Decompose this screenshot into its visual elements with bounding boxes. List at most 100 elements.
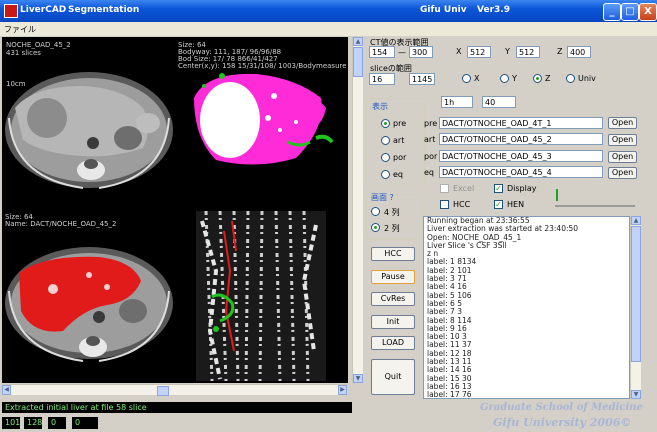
series-art-radio-label: art [393,136,405,145]
x-label: X [456,47,462,56]
excel-label: Excel [453,184,475,193]
pause-button[interactable]: Pause [371,270,415,284]
version-title: Ver3.9 [477,5,510,15]
hcc-label: HCC [453,200,471,209]
log-line: Liver Slice 's CSF 3Sll [427,240,507,250]
liver-overlay-image [5,247,173,362]
series-pre-tag: pre [424,119,438,128]
status-box-1: 101 [2,417,20,429]
log-line: label: 17 76 [427,390,472,399]
maximize-button[interactable]: □ [621,3,639,21]
status-box-4: 0 [72,417,98,429]
axis-z-radio[interactable] [533,74,542,83]
series-art-radio[interactable] [381,136,390,145]
ct-max-field[interactable]: 300 [409,46,433,58]
series-eq-tag: eq [424,168,434,177]
segmentation-view[interactable]: Size: 64 Bodyway: 111, 187/ 96/96/88 Bod… [176,38,346,208]
series-pre-radio[interactable] [381,119,390,128]
series-pre-open-button[interactable]: Open [608,117,637,129]
threshold-slider-thumb[interactable] [556,189,564,201]
coronal-view[interactable] [176,211,346,381]
minimize-button[interactable]: _ [603,3,621,21]
axis-univ-label: Univ [578,74,596,83]
phase-2col-radio[interactable] [371,223,380,232]
series-eq-radio-label: eq [393,170,403,179]
viewer-vscrollbar[interactable]: ▲ ▼ [352,37,363,383]
mode-title: Segmentation [68,5,140,15]
excel-checkbox[interactable] [440,184,449,193]
log-scroll-down-arrow[interactable]: ▼ [631,390,641,399]
org-title: Gifu Univ [420,5,467,15]
log-lines: Running began at 23:36:55 Liver extractio… [424,217,629,399]
slice-from-field[interactable]: 16 [369,73,395,85]
z-field[interactable]: 400 [567,46,591,58]
series-art-path[interactable]: DACT/OTNOCHE_OAD_45_2 [439,133,603,145]
log-output[interactable]: Running began at 23:36:55 Liver extractio… [423,216,630,399]
scale-label: 10cm [6,80,26,88]
series-pre-path[interactable]: DACT/OTNOCHE_OAD_4T_1 [439,117,603,129]
seg-info-3: Center(x,y): 158 15/31/108/ 1003/Bodymea… [178,62,346,70]
quit-button[interactable]: Quit [371,359,415,395]
axis-x-label: X [474,74,480,83]
series-por-path[interactable]: DACT/OTNOCHE_OAD_45_3 [439,150,603,162]
series-pre-radio-label: pre [393,119,407,128]
ct-min-field[interactable]: 154 [369,46,395,58]
load-button[interactable]: LOAD [371,336,415,350]
ct-view-axial[interactable]: NOCHE_OAD_45_2 431 slices 10cm [3,38,173,208]
ct-image-axial [5,72,173,189]
menu-bar: ファイル [0,22,657,36]
series-por-radio[interactable] [381,153,390,162]
series-por-open-button[interactable]: Open [608,151,637,163]
series-eq-path[interactable]: DACT/OTNOCHE_OAD_45_4 [439,166,603,178]
scroll-down-arrow[interactable]: ▼ [353,374,363,383]
viewer-hscrollbar[interactable]: ◀ ▶ [2,384,347,396]
hcc-checkbox[interactable] [440,200,449,209]
x-field[interactable]: 512 [467,46,491,58]
close-button[interactable]: X [639,3,657,21]
slice-to-field[interactable]: 1145 [409,73,435,85]
axis-z-label: Z [545,74,551,83]
phase-4col-radio[interactable] [371,207,380,216]
phase-group-label: 画面 ? [371,193,394,202]
menu-file[interactable]: ファイル [4,24,36,35]
footer-university: Gifu University 2006© [493,416,632,429]
axis-y-radio[interactable] [500,74,509,83]
display-label: Display [507,184,537,193]
log-scroll-thumb[interactable] [631,226,641,362]
status-message: Extracted initial liver at file 58 slice [2,402,352,413]
status-box-3: 0 [48,417,66,429]
axis-univ-radio[interactable] [566,74,575,83]
scroll-right-arrow[interactable]: ▶ [338,385,347,395]
series-art-open-button[interactable]: Open [608,134,637,146]
title-bar: LiverCAD Segmentation Gifu Univ Ver3.9 _… [0,0,657,22]
series-eq-radio[interactable] [381,170,390,179]
status-box-2: 128 [24,417,42,429]
n-to-field[interactable]: 40 [482,96,516,108]
series-name: NOCHE_OAD_45_2 [6,41,71,49]
app-icon [4,4,18,18]
scroll-up-arrow[interactable]: ▲ [353,37,363,46]
threshold-slider-track[interactable] [555,205,635,207]
coronal-image [196,211,326,381]
series-eq-open-button[interactable]: Open [608,167,637,179]
series-por-radio-label: por [393,153,407,162]
hen-label: HEN [507,200,525,209]
scroll-left-arrow[interactable]: ◀ [2,385,11,395]
hen-checkbox[interactable]: ✓ [494,200,503,209]
slice-count: 431 slices [6,49,41,57]
z-label: Z [557,47,563,56]
display-checkbox[interactable]: ✓ [494,184,503,193]
hcc-button[interactable]: HCC [371,247,415,261]
n-from-field[interactable]: 1h [441,96,473,108]
app-title: LiverCAD [20,5,67,15]
init-button[interactable]: Init [371,315,415,329]
hscroll-thumb[interactable] [157,386,169,396]
axis-x-radio[interactable] [462,74,471,83]
y-field[interactable]: 512 [516,46,540,58]
liver-extraction-view[interactable]: Size: 64 Name: DACT/NOCHE_OAD_45_2 [3,211,173,381]
log-scroll-up-arrow[interactable]: ▲ [631,216,641,225]
vscroll-thumb[interactable] [353,47,363,77]
cvres-button[interactable]: CvRes [371,292,415,306]
axis-y-label: Y [512,74,517,83]
log-vscrollbar[interactable]: ▲ ▼ [630,216,641,399]
